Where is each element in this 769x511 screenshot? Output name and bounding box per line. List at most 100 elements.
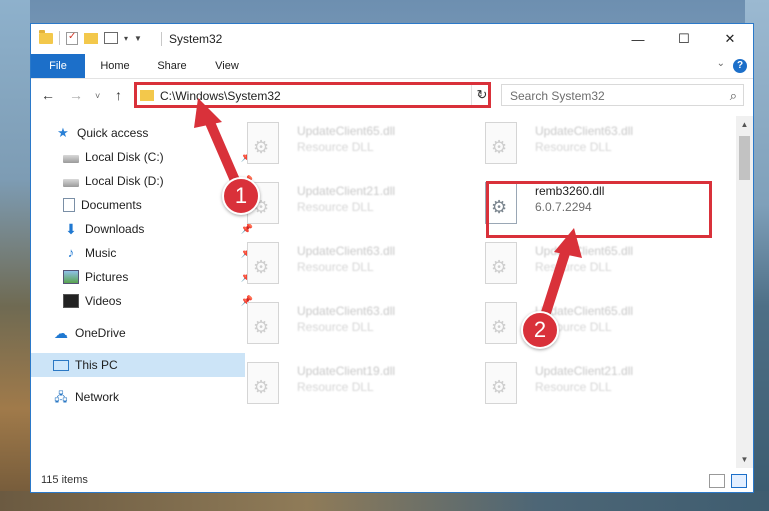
large-icons-view-button[interactable] xyxy=(731,474,747,488)
title-bar: ▾ ▼ System32 — ☐ ✕ xyxy=(31,24,753,54)
file-type: Resource DLL xyxy=(297,260,374,274)
sidebar-item-pictures[interactable]: Pictures 📌 xyxy=(31,265,255,289)
close-button[interactable]: ✕ xyxy=(707,24,753,54)
sidebar-item-label: Local Disk (C:) xyxy=(85,150,164,164)
file-item[interactable]: UpdateClient63.dll Resource DLL xyxy=(227,298,465,354)
up-button[interactable]: ↑ xyxy=(115,87,122,103)
scroll-thumb[interactable] xyxy=(739,136,750,180)
vertical-scrollbar[interactable]: ▲ ▼ xyxy=(736,116,753,468)
sidebar-item-videos[interactable]: Videos 📌 xyxy=(31,289,255,313)
file-item[interactable]: UpdateClient65.dll Resource DLL xyxy=(465,298,703,354)
expand-ribbon-icon[interactable]: ⌄ xyxy=(717,58,725,69)
sidebar-item-network[interactable]: 🖧 Network xyxy=(31,385,245,409)
sidebar-item-quick-access[interactable]: ★ Quick access xyxy=(31,121,247,145)
help-icon[interactable]: ? xyxy=(733,59,747,73)
scroll-up-icon[interactable]: ▲ xyxy=(736,116,753,133)
sidebar-item-local-disk-d[interactable]: Local Disk (D:) 📌 xyxy=(31,169,255,193)
file-type: Resource DLL xyxy=(297,200,374,214)
file-item[interactable]: UpdateClient63.dll Resource DLL xyxy=(227,238,465,294)
file-name: UpdateClient65.dll xyxy=(297,124,396,138)
ribbon: File Home Share View ⌄ ? xyxy=(31,54,753,79)
dll-file-icon xyxy=(485,362,517,404)
sidebar-item-local-disk-c[interactable]: Local Disk (C:) 📌 xyxy=(31,145,255,169)
navigation-pane: ★ Quick access Local Disk (C:) 📌 Local D… xyxy=(31,116,253,466)
sidebar-item-label: Quick access xyxy=(77,126,149,140)
sidebar-item-label: Music xyxy=(85,246,117,260)
sidebar-item-label: This PC xyxy=(75,358,118,372)
scroll-down-icon[interactable]: ▼ xyxy=(736,451,753,468)
star-icon: ★ xyxy=(57,125,69,140)
caption-buttons: — ☐ ✕ xyxy=(615,24,753,54)
videos-icon xyxy=(63,294,79,308)
toolbar-divider xyxy=(59,31,60,45)
minimize-button[interactable]: — xyxy=(615,24,661,54)
file-name: UpdateClient65.dll xyxy=(535,244,634,258)
file-item[interactable]: UpdateClient19.dll Resource DLL xyxy=(227,358,465,414)
window-title: System32 xyxy=(169,32,223,46)
search-icon[interactable]: ⌕ xyxy=(730,88,737,104)
item-count: 115 items xyxy=(41,474,88,486)
search-box[interactable]: Search System32 ⌕ xyxy=(501,84,744,106)
file-type: Resource DLL xyxy=(535,260,612,274)
sidebar-item-downloads[interactable]: ⬇ Downloads 📌 xyxy=(31,217,255,241)
tab-share[interactable]: Share xyxy=(145,54,199,78)
sidebar-item-label: Videos xyxy=(85,294,122,308)
highlight-box-address xyxy=(134,82,491,108)
file-type: Resource DLL xyxy=(297,380,374,394)
view-options-icon[interactable] xyxy=(104,32,118,44)
file-item[interactable]: UpdateClient63.dll Resource DLL xyxy=(465,118,703,174)
dll-file-icon xyxy=(247,362,279,404)
disk-icon xyxy=(63,179,79,187)
new-folder-icon[interactable] xyxy=(84,32,98,44)
tab-home[interactable]: Home xyxy=(85,54,145,78)
file-type: Resource DLL xyxy=(297,320,374,334)
dll-file-icon xyxy=(485,242,517,284)
file-item[interactable]: UpdateClient21.dll Resource DLL xyxy=(227,178,465,234)
file-name: UpdateClient63.dll xyxy=(297,304,396,318)
downloads-icon: ⬇ xyxy=(65,221,77,237)
sidebar-item-onedrive[interactable]: ☁ OneDrive xyxy=(31,321,245,345)
computer-icon xyxy=(53,359,69,371)
dll-file-icon xyxy=(247,302,279,344)
sidebar-item-label: Downloads xyxy=(85,222,145,236)
file-name: UpdateClient19.dll xyxy=(297,364,396,378)
dll-file-icon xyxy=(485,122,517,164)
file-name: UpdateClient63.dll xyxy=(535,124,634,138)
details-view-button[interactable] xyxy=(709,474,725,488)
file-item[interactable]: UpdateClient21.dll Resource DLL xyxy=(465,358,703,414)
step-2-badge: 2 xyxy=(521,311,559,349)
desktop-background-left xyxy=(0,0,30,511)
sidebar-item-this-pc[interactable]: This PC xyxy=(31,353,245,377)
dll-file-icon xyxy=(247,122,279,164)
sidebar-item-label: Documents xyxy=(81,198,142,212)
recent-locations-button[interactable]: ˅ xyxy=(95,91,100,101)
sidebar-item-label: OneDrive xyxy=(75,326,126,340)
search-input[interactable]: Search System32 xyxy=(510,89,605,103)
file-item[interactable]: UpdateClient65.dll Resource DLL xyxy=(227,118,465,174)
file-list: UpdateClient65.dll Resource DLL UpdateCl… xyxy=(227,116,739,466)
file-type: Resource DLL xyxy=(297,140,374,154)
tab-file[interactable]: File xyxy=(31,54,85,78)
title-divider xyxy=(161,32,162,46)
sidebar-item-label: Pictures xyxy=(85,270,129,284)
maximize-button[interactable]: ☐ xyxy=(661,24,707,54)
file-type: Resource DLL xyxy=(535,140,612,154)
back-button[interactable]: ← xyxy=(41,87,55,103)
file-type: Resource DLL xyxy=(535,380,612,394)
sidebar-item-music[interactable]: ♪ Music 📌 xyxy=(31,241,255,265)
network-icon: 🖧 xyxy=(54,390,68,404)
forward-button[interactable]: → xyxy=(69,87,83,103)
properties-icon[interactable] xyxy=(66,31,78,45)
file-explorer-window: ▾ ▼ System32 — ☐ ✕ File Home Share View … xyxy=(30,23,754,493)
documents-icon xyxy=(63,198,75,212)
file-name: UpdateClient21.dll xyxy=(535,364,634,378)
file-item[interactable]: UpdateClient65.dll Resource DLL xyxy=(465,238,703,294)
customize-toolbar-icon[interactable]: ▼ xyxy=(134,34,142,43)
dll-file-icon xyxy=(247,242,279,284)
dll-file-icon xyxy=(485,302,517,344)
tab-view[interactable]: View xyxy=(199,54,255,78)
chevron-down-icon[interactable]: ▾ xyxy=(124,34,128,43)
disk-icon xyxy=(63,155,79,163)
step-1-badge: 1 xyxy=(222,177,260,215)
file-name: UpdateClient63.dll xyxy=(297,244,396,258)
